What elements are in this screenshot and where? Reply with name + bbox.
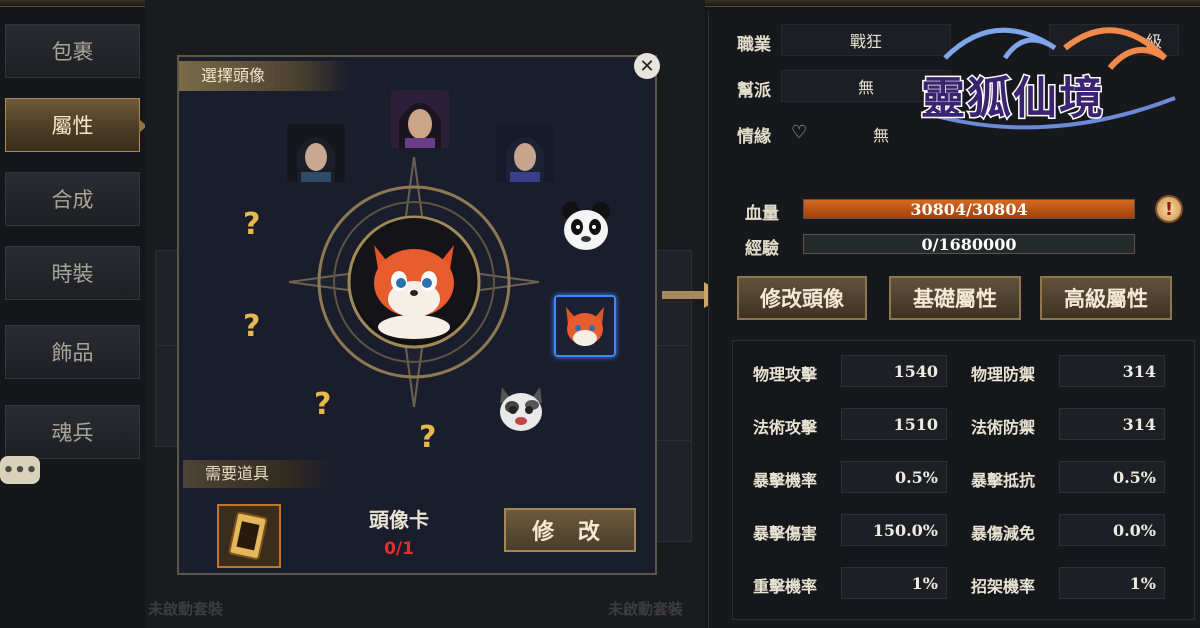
avatar-fox-selected[interactable] — [554, 295, 616, 357]
stat-label: 暴擊機率 — [753, 471, 818, 490]
stat-value: 1510 — [841, 408, 947, 440]
bond-value: 無 — [873, 126, 890, 145]
stat-value: 0.5% — [1059, 461, 1165, 493]
stats-table: 物理攻擊 1540 物理防禦 314 法術攻擊 1510 法術防禦 314 暴擊… — [732, 340, 1195, 620]
stat-label: 物理防禦 — [971, 365, 1036, 384]
tab-attributes[interactable]: 屬性 — [5, 98, 147, 152]
warning-icon[interactable]: ! — [1155, 195, 1183, 223]
heart-icon: ♡ — [791, 122, 808, 143]
locked-avatar-slot[interactable]: ? — [243, 309, 260, 344]
stat-label: 物理攻擊 — [753, 365, 818, 384]
confirm-modify-button[interactable]: 修 改 — [504, 508, 636, 552]
tab-accessory[interactable]: 飾品 — [5, 325, 140, 379]
locked-avatar-slot[interactable]: ? — [243, 207, 260, 242]
stat-label: 暴傷減免 — [971, 524, 1036, 543]
stat-value: 1% — [841, 567, 947, 599]
required-item-name: 頭像卡 — [369, 508, 429, 532]
hp-label: 血量 — [745, 204, 779, 224]
guild-label: 幫派 — [737, 81, 771, 101]
exp-label: 經驗 — [745, 239, 779, 259]
exp-bar: 0/1680000 — [803, 234, 1135, 254]
advanced-attributes-button[interactable]: 高級屬性 — [1040, 276, 1172, 320]
bond-label: 情緣 — [737, 127, 771, 147]
logo-text: 靈狐仙境 — [920, 72, 1105, 126]
stat-value: 0.0% — [1059, 514, 1165, 546]
stat-label: 法術防禦 — [971, 418, 1036, 437]
locked-avatar-slot[interactable]: ? — [419, 420, 436, 455]
left-tab-bar: 包裹 屬性 合成 時裝 飾品 魂兵 — [0, 20, 147, 628]
stat-label: 重擊機率 — [753, 577, 818, 596]
stat-label: 招架機率 — [971, 577, 1036, 596]
tab-soul-weapon[interactable]: 魂兵 — [5, 405, 140, 459]
tab-fashion[interactable]: 時裝 — [5, 246, 140, 300]
inactive-set-label: 未啟動套裝 — [148, 600, 224, 618]
avatar-male-swordsman[interactable] — [287, 124, 345, 182]
stat-label: 法術攻擊 — [753, 418, 818, 437]
hp-value: 30804/30804 — [910, 199, 1028, 219]
stat-value: 150.0% — [841, 514, 947, 546]
required-item-title: 需要道具 — [183, 460, 333, 488]
locked-avatar-slot[interactable]: ? — [314, 387, 331, 422]
avatar-panda[interactable] — [557, 197, 615, 255]
inactive-set-label: 未啟動套裝 — [608, 600, 684, 618]
current-avatar-fox — [352, 218, 476, 342]
exp-value: 0/1680000 — [921, 234, 1017, 254]
avatar-card-icon[interactable] — [217, 504, 281, 568]
required-item-count: 0/1 — [384, 539, 414, 559]
close-icon[interactable]: ✕ — [634, 53, 660, 79]
game-logo: 靈狐仙境 — [905, 18, 1185, 138]
change-avatar-button[interactable]: 修改頭像 — [737, 276, 867, 320]
chat-bubble-icon[interactable]: ••• — [0, 456, 40, 484]
stat-value: 0.5% — [841, 461, 947, 493]
stat-value: 314 — [1059, 408, 1165, 440]
avatar-male-warrior[interactable] — [391, 90, 449, 148]
avatar-select-dialog: 選擇頭像 ✕ ? ? ? ? 需要道具 頭像卡 0/1 修 改 — [177, 53, 660, 575]
avatar-male-mage[interactable] — [496, 124, 554, 182]
basic-attributes-button[interactable]: 基礎屬性 — [889, 276, 1021, 320]
stat-label: 暴擊傷害 — [753, 524, 818, 543]
job-label: 職業 — [737, 35, 771, 55]
tab-bag[interactable]: 包裹 — [5, 24, 140, 78]
dialog-title: 選擇頭像 — [179, 61, 349, 91]
stat-value: 1% — [1059, 567, 1165, 599]
tab-synthesis[interactable]: 合成 — [5, 172, 140, 226]
stat-label: 暴擊抵抗 — [971, 471, 1036, 490]
stat-value: 1540 — [841, 355, 947, 387]
hp-bar: 30804/30804 — [803, 199, 1135, 219]
avatar-cat[interactable] — [492, 379, 550, 437]
stat-value: 314 — [1059, 355, 1165, 387]
